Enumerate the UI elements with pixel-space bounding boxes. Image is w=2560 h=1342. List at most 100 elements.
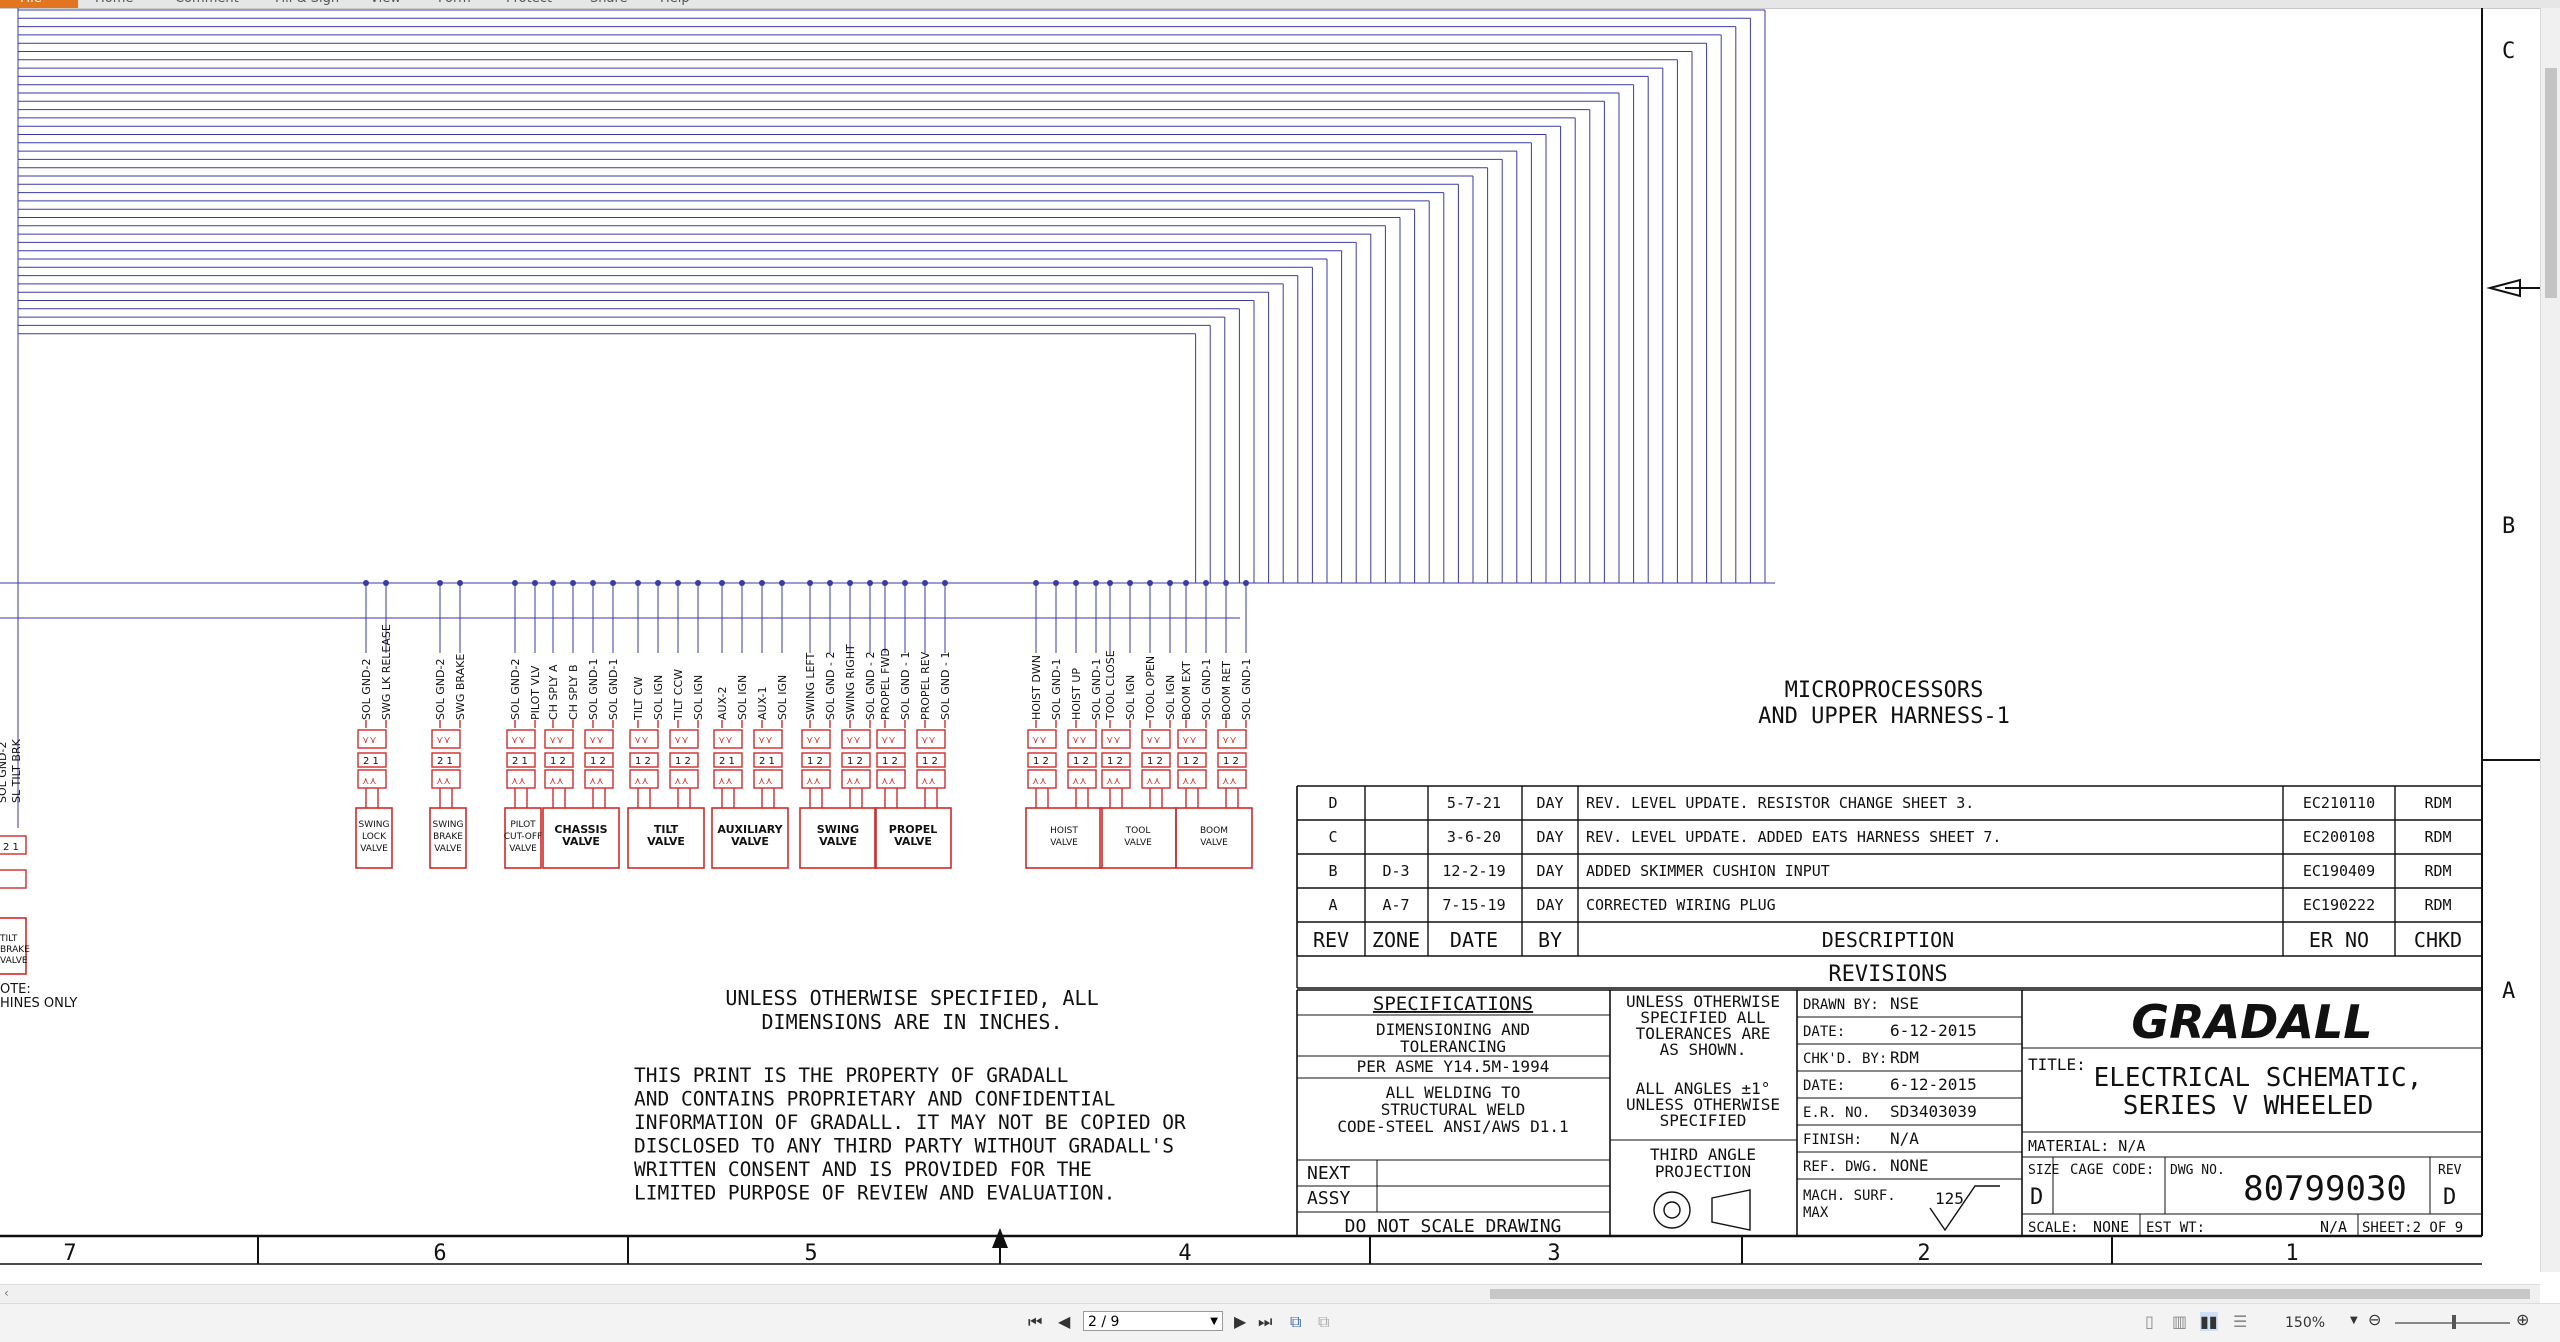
menu-item[interactable]: View [370, 0, 401, 6]
menu-item[interactable]: Home [95, 0, 133, 6]
zoom-dropdown-icon[interactable]: ▼ [2350, 1315, 2358, 1326]
valve-label: VALVE [1124, 838, 1152, 848]
zone-number: 5 [804, 1241, 817, 1266]
tb-label: DATE: [1803, 1078, 1845, 1094]
zoom-level[interactable]: 150% [2285, 1315, 2325, 1331]
wire-label: BOOM EXT [1180, 661, 1193, 720]
wire-label: SOL IGN [692, 675, 705, 720]
page-dropdown-icon[interactable]: ▼ [1210, 1312, 1218, 1332]
drawing-title-line1: ELECTRICAL SCHEMATIC, [2094, 1063, 2423, 1093]
connector-pin-glyph: ⋎⋎ [589, 735, 604, 746]
menu-item[interactable]: Help [660, 0, 690, 6]
center-arrow-icon [992, 1228, 1008, 1248]
wire-label: TILT CCW [672, 669, 685, 721]
property-note-line: DISCLOSED TO ANY THIRD PARTY WITHOUT GRA… [634, 1135, 1174, 1158]
tb-value: 6-12-2015 [1890, 1021, 1977, 1040]
vertical-scroll-thumb[interactable] [2545, 68, 2557, 298]
junction-dot [1243, 580, 1249, 586]
wire-label: SOL GND-2 [0, 742, 9, 803]
wire-label: TOOL CLOSE [1104, 650, 1117, 721]
zoom-in-icon[interactable]: ⊕ [2516, 1310, 2529, 1329]
menu-item[interactable]: Share [590, 0, 628, 6]
junction-dot [1107, 580, 1113, 586]
page-number-input[interactable]: 2 / 9 ▼ [1083, 1311, 1223, 1331]
wire-label: SOL GND-2 [434, 659, 447, 720]
connector-pin-glyph: ⋏⋏ [758, 776, 773, 787]
tb-label: DWG NO. [2170, 1163, 2225, 1178]
vertical-scrollbar[interactable] [2540, 8, 2560, 1272]
connector: TILT CW SOL IGN TILT CCW SOL IGN ⋎⋎ 1 2 ⋏⋏ ⋎⋎ 1 … [627, 580, 705, 869]
wire-label: SOL IGN [776, 675, 789, 720]
revisions-title: REVISIONS [1828, 962, 1947, 987]
two-page-view-icon[interactable]: ▮▮ [2200, 1312, 2218, 1331]
pin-numbers: 2 1 [363, 756, 379, 767]
menu-item[interactable]: Comment [175, 0, 239, 6]
tb-label: SCALE: [2028, 1220, 2079, 1236]
connector-pin-glyph: ⋏⋏ [511, 776, 526, 787]
next-view-icon[interactable]: ⧉ [1318, 1312, 1329, 1332]
junction-dot [807, 580, 813, 586]
wire-label: SOL IGN [1164, 675, 1177, 720]
menu-item[interactable]: Protect [506, 0, 552, 6]
valve-label: VALVE [434, 844, 462, 854]
rev-er: EC190222 [2303, 896, 2375, 914]
rev-date: 3-6-20 [1447, 828, 1501, 846]
menu-item[interactable]: File [20, 0, 42, 6]
connector-pin-glyph: ⋏⋏ [1146, 776, 1161, 787]
junction-dot [1183, 580, 1189, 586]
junction-dot [779, 580, 785, 586]
pin-numbers: 1 2 [847, 756, 863, 767]
junction-dot [570, 580, 576, 586]
zone-letter: B [2502, 514, 2515, 539]
prev-page-icon[interactable]: ◀ [1058, 1312, 1070, 1331]
connector-pin-glyph: ⋎⋎ [1182, 735, 1197, 746]
continuous-view-icon[interactable]: ▥ [2172, 1312, 2187, 1331]
valve-label: VALVE [819, 835, 857, 848]
wire-label: SOL GND-1 [1050, 659, 1063, 720]
last-page-icon[interactable]: ⏭ [1258, 1312, 1272, 1332]
tb-label: MACH. SURF. [1803, 1188, 1896, 1204]
valve-label: BRAKE [433, 832, 463, 842]
connector-pin-glyph: ⋏⋏ [1072, 776, 1087, 787]
tb-value: 125 [1935, 1189, 1964, 1208]
rev-description: REV. LEVEL UPDATE. ADDED EATS HARNESS SH… [1586, 828, 2001, 846]
valve-label: HOIST [1050, 826, 1078, 836]
pin-numbers: 2 1 [759, 756, 775, 767]
rev-er: EC190409 [2303, 862, 2375, 880]
menu-item[interactable]: Form [438, 0, 471, 6]
zoom-out-icon[interactable]: ⊖ [2368, 1310, 2381, 1329]
valve-label: SWING [433, 820, 464, 830]
tb-label: DATE: [1803, 1024, 1845, 1040]
pin-numbers: 1 2 [1147, 756, 1163, 767]
valve-label: TOOL [1125, 826, 1151, 836]
tb-text: CODE-STEEL ANSI/AWS D1.1 [1337, 1117, 1568, 1136]
junction-dot [655, 580, 661, 586]
tb-value: NONE [2093, 1218, 2129, 1236]
valve-label: BRAKE [0, 945, 30, 955]
wire-label: TOOL OPEN [1144, 656, 1157, 721]
horizontal-scrollbar[interactable]: ‹ [0, 1284, 2540, 1303]
previous-view-icon[interactable]: ⧉ [1290, 1312, 1301, 1332]
zoom-slider-handle[interactable] [2452, 1315, 2456, 1329]
junction-dot [695, 580, 701, 586]
first-page-icon[interactable]: ⏮ [1028, 1312, 1042, 1332]
menu-item[interactable]: Fill & Sign [275, 0, 339, 6]
junction-dot [759, 580, 765, 586]
rev-letter: C [1328, 828, 1337, 846]
property-note-line: LIMITED PURPOSE OF REVIEW AND EVALUATION… [634, 1182, 1115, 1205]
two-page-continuous-icon[interactable]: ☰ [2233, 1312, 2247, 1331]
pin-numbers: 1 2 [1223, 756, 1239, 767]
tb-value: D [2443, 1185, 2456, 1210]
horizontal-scroll-thumb[interactable] [1490, 1289, 2530, 1299]
scroll-left-arrow-icon[interactable]: ‹ [4, 1286, 9, 1300]
connector: HOIST DWN SOL GND-1 HOIST UP SOL GND-1 ⋎⋎ 1 2… [1025, 580, 1103, 869]
single-page-view-icon[interactable]: ▯ [2145, 1312, 2154, 1331]
tb-label: CHK'D. BY: [1803, 1051, 1887, 1067]
tb-label: REV [2438, 1163, 2462, 1178]
next-page-icon[interactable]: ▶ [1234, 1312, 1246, 1331]
wire-label: HOIST DWN [1030, 655, 1043, 720]
junction-dot [1167, 580, 1173, 586]
connector: SOL GND-2 PILOT VLV ⋎⋎ 2 1 ⋏⋏ PILOT CUT-OFF VAL… [504, 580, 542, 869]
rev-zone: A-7 [1382, 896, 1409, 914]
zone-number: 4 [1178, 1241, 1191, 1266]
